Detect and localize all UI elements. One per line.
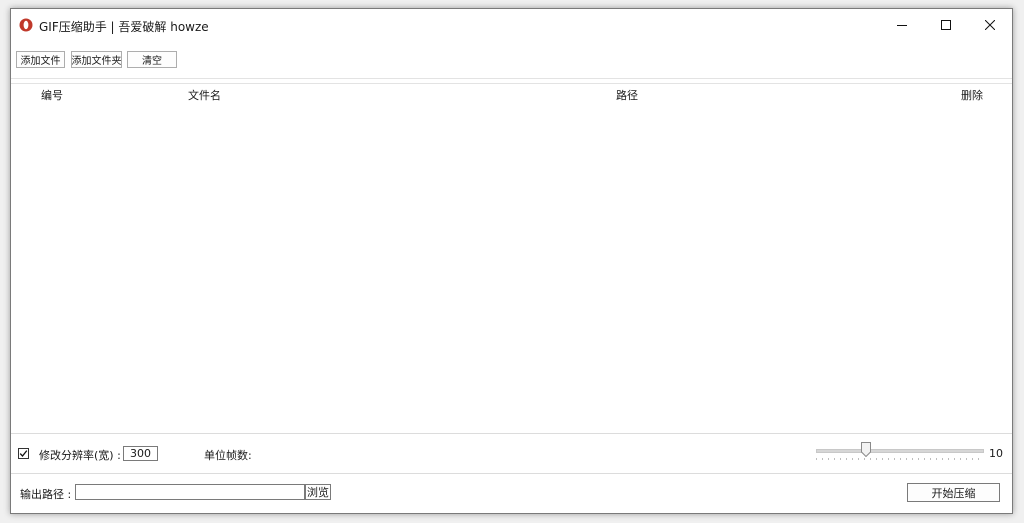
app-window: GIF压缩助手 | 吾爱破解 howze 添加文件 添加文件夹 清空 编号 文件… bbox=[10, 8, 1013, 514]
frame-slider-thumb[interactable] bbox=[860, 442, 871, 457]
minimize-button[interactable] bbox=[880, 9, 924, 41]
maximize-icon bbox=[941, 20, 951, 30]
file-list[interactable] bbox=[11, 105, 1012, 433]
maximize-button[interactable] bbox=[924, 9, 968, 41]
options-bar: 修改分辨率(宽) : 300 单位帧数: 10 bbox=[11, 433, 1012, 474]
close-button[interactable] bbox=[968, 9, 1012, 41]
column-header-delete[interactable]: 删除 bbox=[961, 87, 983, 103]
width-input[interactable]: 300 bbox=[123, 446, 158, 461]
toolbar: 添加文件 添加文件夹 清空 bbox=[11, 41, 1012, 79]
checkmark-icon bbox=[19, 450, 28, 457]
add-folder-button[interactable]: 添加文件夹 bbox=[71, 51, 122, 68]
start-compress-button[interactable]: 开始压缩 bbox=[907, 483, 1000, 502]
frame-slider-track[interactable] bbox=[816, 449, 984, 453]
frame-unit-label: 单位帧数: bbox=[204, 449, 252, 462]
file-list-header: 编号 文件名 路径 删除 bbox=[11, 83, 1012, 106]
browse-button[interactable]: 浏览 bbox=[305, 484, 331, 500]
add-file-button[interactable]: 添加文件 bbox=[16, 51, 65, 68]
window-title: GIF压缩助手 | 吾爱破解 howze bbox=[39, 20, 209, 34]
output-bar: 输出路径 : 浏览 开始压缩 bbox=[11, 473, 1012, 513]
column-header-number[interactable]: 编号 bbox=[41, 87, 63, 103]
column-header-filename[interactable]: 文件名 bbox=[188, 87, 221, 103]
minimize-icon bbox=[897, 25, 907, 26]
clear-button[interactable]: 清空 bbox=[127, 51, 177, 68]
frame-slider-value: 10 bbox=[989, 447, 1003, 460]
close-icon bbox=[985, 20, 995, 30]
frame-slider-ticks bbox=[816, 458, 982, 460]
output-path-label: 输出路径 : bbox=[20, 488, 72, 501]
column-header-path[interactable]: 路径 bbox=[616, 87, 638, 103]
app-logo-icon bbox=[19, 18, 33, 32]
resize-label: 修改分辨率(宽) : bbox=[39, 449, 121, 462]
output-path-input[interactable] bbox=[75, 484, 305, 500]
title-bar[interactable]: GIF压缩助手 | 吾爱破解 howze bbox=[11, 9, 1012, 41]
resize-checkbox[interactable] bbox=[18, 448, 29, 459]
